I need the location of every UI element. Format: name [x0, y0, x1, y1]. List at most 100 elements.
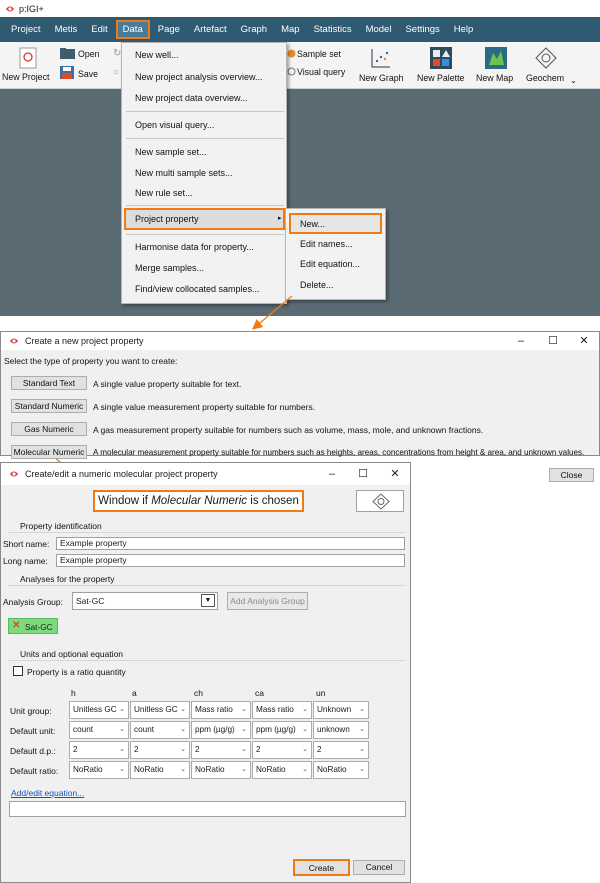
- standard-text-button[interactable]: Standard Text: [11, 376, 87, 390]
- redo-icon[interactable]: ○: [113, 67, 119, 78]
- short-name-label: Short name:: [3, 539, 50, 549]
- analysis-group-dropdown-icon[interactable]: ▼: [201, 594, 215, 607]
- sample-set-button[interactable]: Sample set: [297, 49, 341, 59]
- open-folder-icon[interactable]: [60, 48, 75, 59]
- long-name-input[interactable]: Example property: [56, 554, 405, 567]
- app-logo-icon: [10, 471, 18, 477]
- minimize-button[interactable]: –: [317, 465, 347, 483]
- default-dp-select-ch[interactable]: 2 ⌄: [191, 741, 251, 759]
- open-button[interactable]: Open: [78, 49, 100, 59]
- new-palette-button[interactable]: New Palette: [417, 73, 464, 83]
- visual-query-button[interactable]: Visual query: [297, 67, 345, 77]
- menu-model[interactable]: Model: [360, 20, 398, 39]
- menu-graph[interactable]: Graph: [235, 20, 273, 39]
- geochem-button[interactable]: Geochem: [526, 73, 564, 83]
- menu-item-new-rule-set[interactable]: New rule set...: [135, 188, 193, 198]
- save-button[interactable]: Save: [78, 69, 98, 79]
- cancel-button[interactable]: Cancel: [353, 860, 405, 875]
- menu-help[interactable]: Help: [448, 20, 480, 39]
- overflow-chevron-icon[interactable]: ⌄: [570, 76, 577, 85]
- menu-item-find-collocated-samples[interactable]: Find/view collocated samples...: [135, 284, 260, 294]
- add-analysis-group-button[interactable]: Add Analysis Group: [227, 592, 308, 610]
- geochem-icon[interactable]: [535, 47, 557, 69]
- default-unit-select-ch[interactable]: ppm (µg/g) ⌄: [191, 721, 251, 739]
- menu-data[interactable]: Data: [115, 20, 150, 39]
- unit-group-select-ch[interactable]: Mass ratio ⌄: [191, 701, 251, 719]
- new-project-icon[interactable]: [18, 47, 38, 69]
- default-ratio-select-h[interactable]: NoRatio ⌄: [69, 761, 129, 779]
- menu-item-new-multi-sample-sets[interactable]: New multi sample sets...: [135, 168, 233, 178]
- chevron-down-icon: ⌄: [180, 726, 186, 733]
- save-icon[interactable]: [60, 66, 74, 79]
- section-units: Units and optional equation: [20, 649, 124, 659]
- menu-settings[interactable]: Settings: [399, 20, 445, 39]
- menu-item-new-sample-set[interactable]: New sample set...: [135, 147, 207, 157]
- menu-divider: [126, 205, 284, 206]
- unit-group-select-a[interactable]: Unitless GC ⌄: [130, 701, 190, 719]
- unit-group-select-ca[interactable]: Mass ratio ⌄: [252, 701, 312, 719]
- analysis-chip-sat-gc[interactable]: ✕ Sat-GC: [8, 618, 58, 634]
- gas-numeric-button[interactable]: Gas Numeric: [11, 422, 87, 436]
- unit-group-select-un[interactable]: Unknown ⌄: [313, 701, 369, 719]
- analysis-group-select[interactable]: Sat-GC: [72, 592, 218, 610]
- maximize-button[interactable]: ☐: [348, 465, 378, 483]
- new-graph-button[interactable]: New Graph: [359, 73, 404, 83]
- menu-map[interactable]: Map: [275, 20, 305, 39]
- default-dp-select-un[interactable]: 2 ⌄: [313, 741, 369, 759]
- close-button[interactable]: Close: [549, 468, 594, 482]
- menu-edit[interactable]: Edit: [85, 20, 113, 39]
- standard-numeric-button[interactable]: Standard Numeric: [11, 399, 87, 413]
- menu-item-new-well[interactable]: New well...: [135, 50, 179, 60]
- default-unit-select-un[interactable]: unknown ⌄: [313, 721, 369, 739]
- menu-item-new-project-analysis-overview[interactable]: New project analysis overview...: [135, 72, 263, 82]
- menu-item-open-visual-query[interactable]: Open visual query...: [135, 120, 214, 130]
- submenu-item-edit-equation[interactable]: Edit equation...: [300, 259, 360, 269]
- default-ratio-select-un[interactable]: NoRatio ⌄: [313, 761, 369, 779]
- menu-item-harmonise-data[interactable]: Harmonise data for property...: [135, 242, 254, 252]
- default-ratio-select-ch[interactable]: NoRatio ⌄: [191, 761, 251, 779]
- menu-project[interactable]: Project: [5, 20, 47, 39]
- remove-chip-icon[interactable]: ✕: [12, 620, 20, 631]
- menu-item-merge-samples[interactable]: Merge samples...: [135, 263, 204, 273]
- menu-metis[interactable]: Metis: [49, 20, 84, 39]
- geochem-icon: [372, 493, 390, 510]
- new-palette-icon[interactable]: [430, 47, 452, 69]
- visual-query-icon[interactable]: [287, 67, 296, 76]
- submenu-item-delete[interactable]: Delete...: [300, 280, 334, 290]
- menu-item-new-project-data-overview[interactable]: New project data overview...: [135, 93, 248, 103]
- chevron-down-icon: ⌄: [180, 706, 186, 713]
- chevron-down-icon: ⌄: [359, 766, 365, 773]
- default-dp-select-h[interactable]: 2 ⌄: [69, 741, 129, 759]
- default-unit-select-a[interactable]: count ⌄: [130, 721, 190, 739]
- menu-page[interactable]: Page: [152, 20, 186, 39]
- add-edit-equation-link[interactable]: Add/edit equation...: [11, 788, 84, 798]
- ratio-checkbox[interactable]: [13, 666, 23, 676]
- default-unit-select-ca[interactable]: ppm (µg/g) ⌄: [252, 721, 312, 739]
- default-dp-select-a[interactable]: 2 ⌄: [130, 741, 190, 759]
- submenu-item-new[interactable]: New...: [300, 219, 325, 229]
- help-button[interactable]: [356, 490, 404, 512]
- submenu-item-edit-names[interactable]: Edit names...: [300, 239, 353, 249]
- close-window-button[interactable]: ✕: [380, 465, 410, 483]
- unit-group-select-h[interactable]: Unitless GC ⌄: [69, 701, 129, 719]
- new-project-button[interactable]: New Project: [2, 72, 49, 82]
- chevron-down-icon: ⌄: [359, 706, 365, 713]
- sample-set-icon[interactable]: [287, 49, 296, 58]
- short-name-input[interactable]: Example property: [56, 537, 405, 550]
- new-graph-icon[interactable]: [370, 47, 392, 69]
- menu-artefact[interactable]: Artefact: [188, 20, 233, 39]
- menu-item-project-property[interactable]: Project property: [135, 214, 199, 224]
- molecular-numeric-button[interactable]: Molecular Numeric: [11, 445, 87, 459]
- default-dp-select-ca[interactable]: 2 ⌄: [252, 741, 312, 759]
- new-map-icon[interactable]: [485, 47, 507, 69]
- default-ratio-select-ca[interactable]: NoRatio ⌄: [252, 761, 312, 779]
- maximize-button[interactable]: ☐: [538, 332, 568, 350]
- menu-statistics[interactable]: Statistics: [308, 20, 358, 39]
- default-ratio-select-a[interactable]: NoRatio ⌄: [130, 761, 190, 779]
- new-map-button[interactable]: New Map: [476, 73, 513, 83]
- default-unit-select-h[interactable]: count ⌄: [69, 721, 129, 739]
- equation-input[interactable]: [9, 801, 406, 817]
- create-button[interactable]: Create: [293, 859, 350, 876]
- close-window-button[interactable]: ✕: [569, 332, 599, 350]
- minimize-button[interactable]: –: [506, 332, 536, 350]
